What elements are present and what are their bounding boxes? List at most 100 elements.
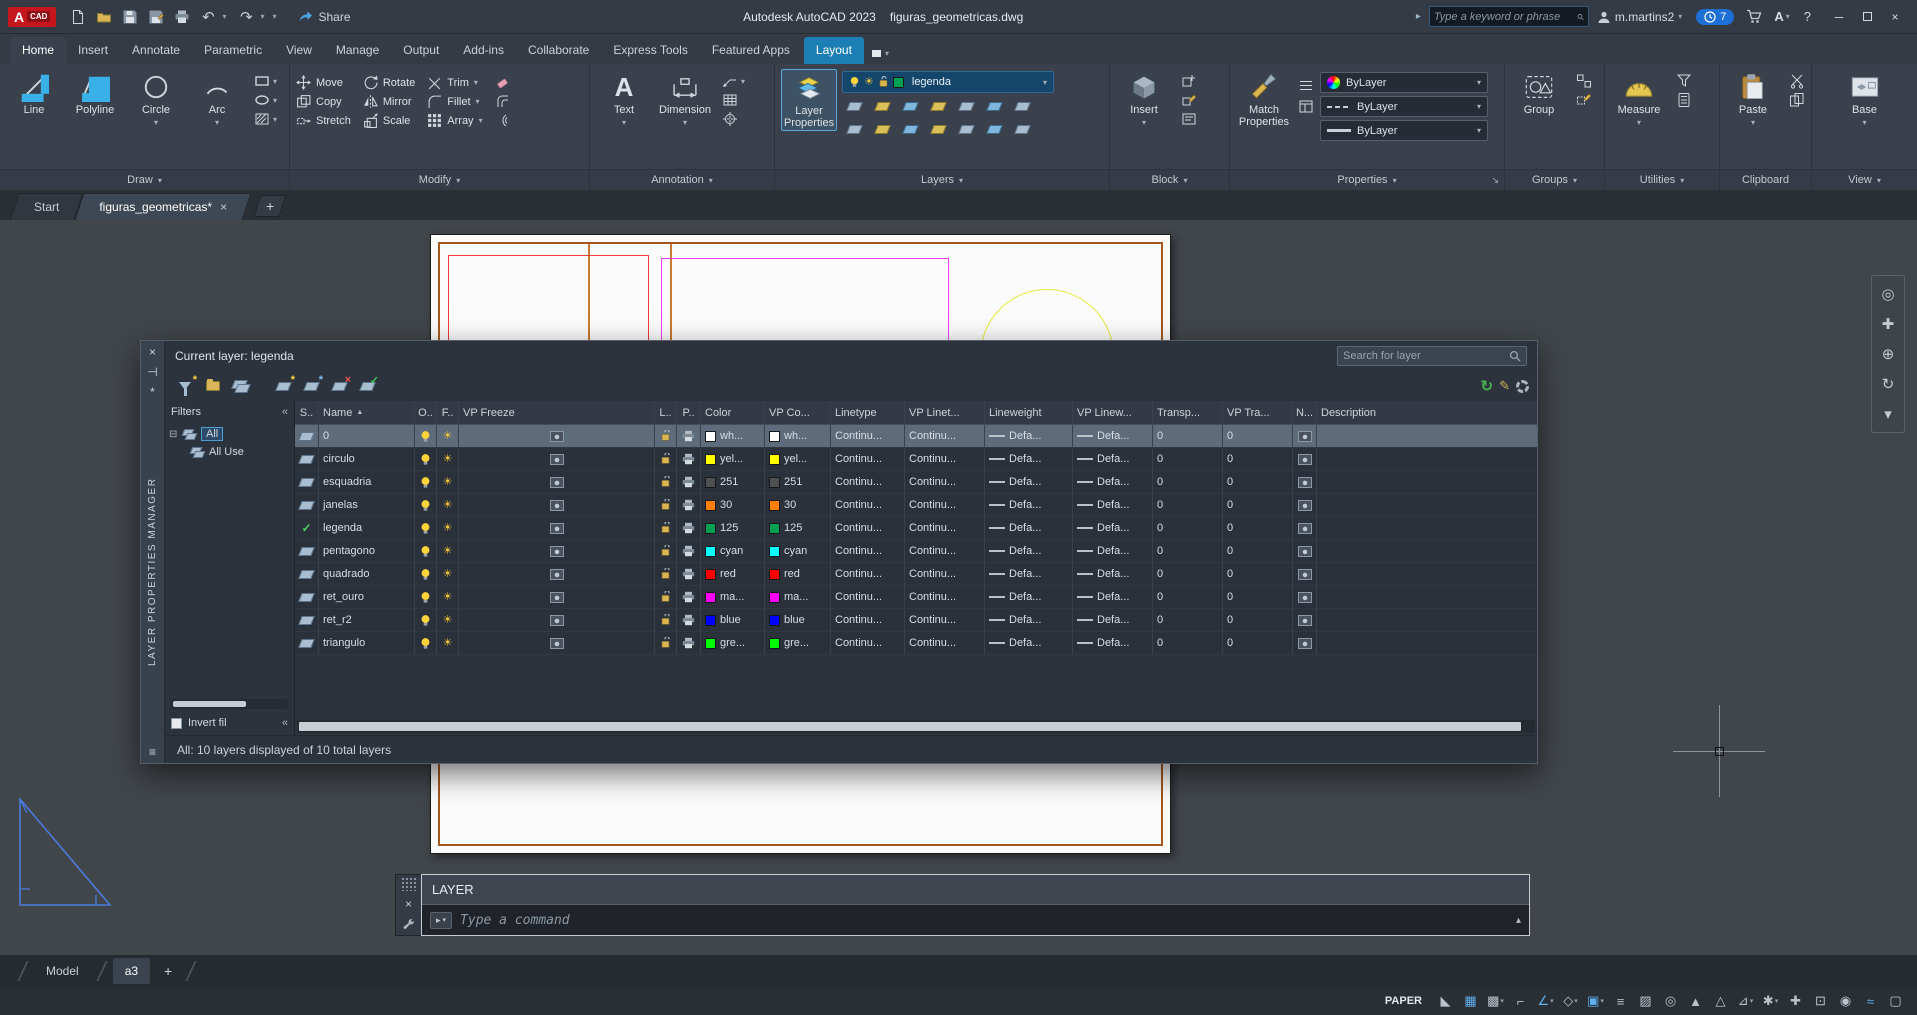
redo-icon[interactable]: ↷ — [234, 5, 258, 29]
column-header-vp-freeze[interactable]: VP Freeze — [459, 401, 655, 424]
layer-vp-color-cell[interactable]: 30 — [765, 494, 831, 516]
layer-freeze-toggle[interactable]: ☀ — [437, 609, 459, 631]
leader-tool[interactable]: ▾ — [722, 73, 745, 89]
layer-vp-linetype-cell[interactable]: Continu... — [905, 563, 985, 585]
layer-vp-linetype-cell[interactable]: Continu... — [905, 517, 985, 539]
layer-vp-color-cell[interactable]: blue — [765, 609, 831, 631]
user-menu[interactable]: m.martins2 ▾ — [1597, 10, 1688, 24]
circle-button[interactable]: Circle ▾ — [128, 69, 184, 128]
command-history-toggle-icon[interactable]: ▴ — [1516, 915, 1521, 926]
color-swatch[interactable] — [705, 568, 716, 580]
column-header-description[interactable]: Description — [1317, 401, 1537, 424]
layer-isolate-icon[interactable] — [870, 96, 894, 116]
layer-vp-transparency-cell[interactable]: 0 — [1223, 517, 1293, 539]
layer-color-cell[interactable]: blue — [701, 609, 765, 631]
layer-linetype-cell[interactable]: Continu... — [831, 448, 905, 470]
layer-on-toggle[interactable] — [415, 494, 437, 516]
color-swatch[interactable] — [705, 614, 716, 626]
column-header-o[interactable]: O.. — [415, 401, 437, 424]
layer-states-manager-icon[interactable] — [229, 375, 253, 397]
layer-transparency-cell[interactable]: 0 — [1153, 632, 1223, 654]
panel-label-block[interactable]: Block ▾ — [1110, 169, 1229, 190]
layer-freeze-toggle[interactable]: ☀ — [437, 563, 459, 585]
layer-name[interactable]: 0 — [319, 425, 415, 447]
layer-vp-freeze-toggle[interactable] — [459, 563, 655, 585]
invert-collapse-icon[interactable]: « — [282, 717, 288, 729]
layer-vp-freeze-toggle[interactable] — [459, 540, 655, 562]
centerline-tool[interactable] — [722, 111, 745, 127]
layer-vp-lineweight-cell[interactable]: Defa... — [1073, 563, 1153, 585]
layer-on-toggle[interactable] — [415, 563, 437, 585]
ribbon-tab-featured-apps[interactable]: Featured Apps — [700, 37, 802, 64]
new-layer-icon[interactable]: * — [271, 374, 295, 397]
filters-collapse-icon[interactable]: « — [282, 406, 288, 418]
navigation-wheel-icon[interactable]: ◎ — [1875, 280, 1901, 308]
block-attributes-tool[interactable] — [1181, 111, 1197, 127]
palette-autohide-icon[interactable]: ⊣ — [147, 365, 157, 379]
workspace-icon[interactable]: ✱ ▾ — [1759, 990, 1782, 1012]
layer-make-current-icon[interactable] — [954, 119, 978, 139]
layer-vp-color-cell[interactable]: ma... — [765, 586, 831, 608]
layer-on-icon[interactable] — [842, 119, 866, 139]
autoscale-icon[interactable]: △ — [1709, 990, 1732, 1012]
layer-description-cell[interactable] — [1317, 471, 1537, 493]
dimension-button[interactable]: Dimension ▾ — [657, 69, 713, 128]
arc-button[interactable]: Arc ▾ — [189, 69, 245, 128]
layer-on-toggle[interactable] — [415, 540, 437, 562]
group-edit-tool[interactable] — [1576, 92, 1592, 108]
layer-name[interactable]: quadrado — [319, 563, 415, 585]
invert-filter-checkbox[interactable] — [171, 717, 182, 729]
layer-vp-linetype-cell[interactable]: Continu... — [905, 471, 985, 493]
annotation-scale-icon[interactable]: ⊿ ▾ — [1734, 990, 1757, 1012]
layer-linetype-cell[interactable]: Continu... — [831, 563, 905, 585]
layer-lock-toggle[interactable] — [655, 471, 677, 493]
layer-search-input[interactable] — [1343, 350, 1509, 362]
column-header-vp-co[interactable]: VP Co... — [765, 401, 831, 424]
layer-on-toggle[interactable] — [415, 448, 437, 470]
layer-freeze-toggle[interactable]: ☀ — [437, 632, 459, 654]
panel-label-groups[interactable]: Groups ▾ — [1505, 169, 1604, 190]
layer-lineweight-cell[interactable]: Defa... — [985, 425, 1073, 447]
layer-status-cell[interactable]: ✓ — [295, 494, 319, 516]
command-input[interactable]: ▸ ▾ Type a command ▴ — [422, 905, 1529, 935]
layer-description-cell[interactable] — [1317, 425, 1537, 447]
ribbon-tab-collaborate[interactable]: Collaborate — [516, 37, 601, 64]
layer-copy-to-icon[interactable] — [982, 119, 1006, 139]
layer-row-ret-r2[interactable]: ✓ ret_r2 ☀ blue blue Continu... Continu.… — [295, 609, 1537, 632]
palette-close-icon[interactable]: × — [149, 345, 156, 359]
redo-caret-icon[interactable]: ▾ — [260, 12, 270, 21]
layer-description-cell[interactable] — [1317, 632, 1537, 654]
layer-vp-lineweight-cell[interactable]: Defa... — [1073, 609, 1153, 631]
layer-vp-linetype-cell[interactable]: Continu... — [905, 425, 985, 447]
layer-lineweight-cell[interactable]: Defa... — [985, 494, 1073, 516]
arc-flyout-icon[interactable]: ▾ — [215, 118, 219, 127]
layer-vp-transparency-cell[interactable]: 0 — [1223, 586, 1293, 608]
column-header-p[interactable]: P.. — [677, 401, 701, 424]
ribbon-tab-manage[interactable]: Manage — [324, 37, 391, 64]
layer-transparency-cell[interactable]: 0 — [1153, 425, 1223, 447]
graphics-performance-icon[interactable]: ≈ — [1859, 990, 1882, 1012]
column-header-l[interactable]: L.. — [655, 401, 677, 424]
zoom-icon[interactable]: ⊕ — [1875, 340, 1901, 368]
selection-cycling-icon[interactable]: ◎ — [1659, 990, 1682, 1012]
layer-status-cell[interactable]: ✓ — [295, 632, 319, 654]
paste-flyout-icon[interactable]: ▾ — [1751, 118, 1755, 127]
rectangle-tool[interactable]: ▾ — [254, 73, 277, 89]
block-edit-tool[interactable] — [1181, 92, 1197, 108]
layer-lineweight-cell[interactable]: Defa... — [985, 471, 1073, 493]
layer-vp-lineweight-cell[interactable]: Defa... — [1073, 494, 1153, 516]
command-grip[interactable] — [400, 877, 417, 891]
layer-name[interactable]: janelas — [319, 494, 415, 516]
layer-status-cell[interactable]: ✓ — [295, 609, 319, 631]
color-swatch[interactable] — [705, 453, 716, 465]
nav-more-icon[interactable]: ▾ — [1875, 400, 1901, 428]
block-create-tool[interactable] — [1181, 73, 1197, 89]
vp-color-swatch[interactable] — [769, 430, 780, 442]
layer-freeze-toggle[interactable]: ☀ — [437, 448, 459, 470]
layer-plot-toggle[interactable] — [677, 609, 701, 631]
layer-new-vp-freeze-toggle[interactable] — [1293, 632, 1317, 654]
layer-thaw-icon[interactable] — [898, 119, 922, 139]
layer-new-vp-freeze-toggle[interactable] — [1293, 448, 1317, 470]
plot-icon[interactable] — [170, 5, 194, 29]
panel-label-view[interactable]: View ▾ — [1812, 169, 1917, 190]
